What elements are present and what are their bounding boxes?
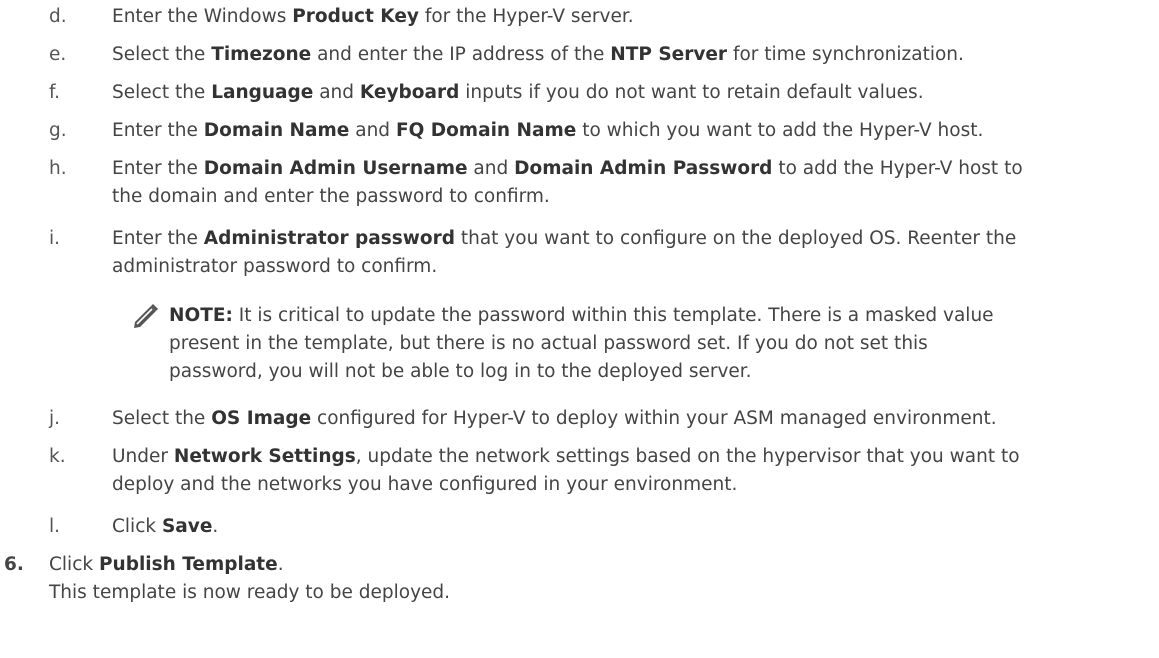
step-text: Select the OS Image configured for Hyper…: [112, 408, 997, 429]
step-label: l.: [49, 516, 61, 537]
step-text: Enter the Administrator password that yo…: [112, 228, 1017, 277]
step-label: j.: [49, 408, 61, 429]
note-label: NOTE:: [169, 305, 233, 326]
step-label: e.: [49, 44, 67, 65]
step-label: h.: [49, 158, 67, 179]
pencil-note-icon: [134, 304, 158, 328]
step-text: Enter the Windows Product Key for the Hy…: [112, 6, 634, 27]
step-label: f.: [49, 82, 61, 103]
step-text: Select the Language and Keyboard inputs …: [112, 82, 924, 103]
note-text: NOTE: It is critical to update the passw…: [169, 305, 994, 382]
step-label: d.: [49, 6, 67, 27]
step-number: 6.: [4, 554, 24, 575]
step-text: Click Publish Template. This template is …: [49, 554, 451, 603]
step-label: i.: [49, 228, 61, 249]
step-text: Under Network Settings, update the netwo…: [112, 446, 1020, 495]
step-label: g.: [49, 120, 67, 141]
note-callout: NOTE: It is critical to update the passw…: [134, 302, 1153, 386]
step-text: Enter the Domain Name and FQ Domain Name…: [112, 120, 984, 141]
step-text: Click Save.: [112, 516, 219, 537]
step-text: Enter the Domain Admin Username and Doma…: [112, 158, 1023, 207]
document-page: d. Enter the Windows Product Key for the…: [0, 0, 1159, 658]
step-result: This template is now ready to be deploye…: [49, 582, 451, 603]
step-label: k.: [49, 446, 66, 467]
step-text: Select the Timezone and enter the IP add…: [112, 44, 964, 65]
